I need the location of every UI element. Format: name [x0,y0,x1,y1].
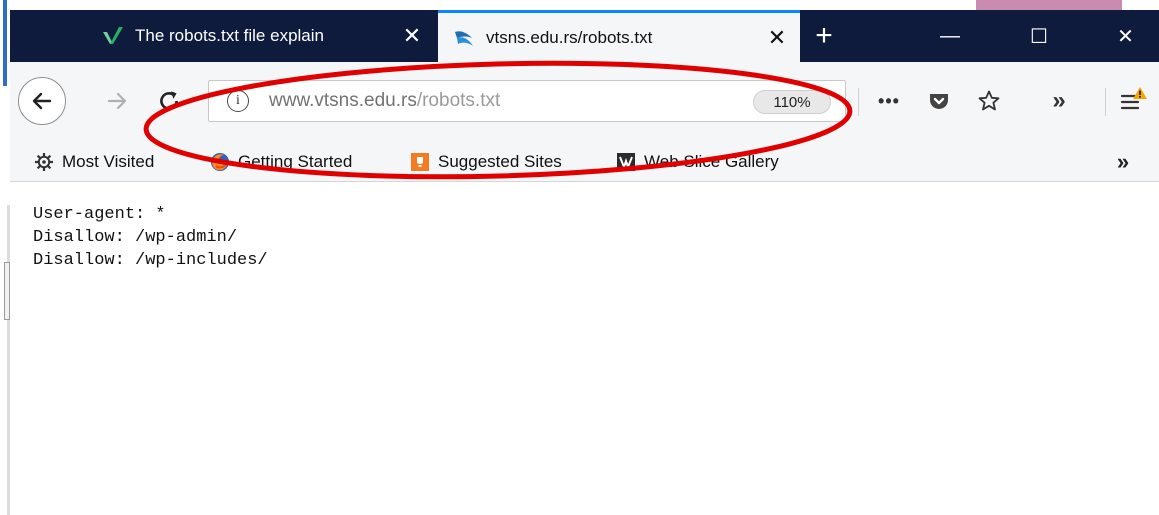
robots-line: Disallow: /wp-admin/ [33,228,238,247]
navigation-toolbar: i www.vtsns.edu.rs/robots.txt 110% ••• » [10,62,1159,142]
back-button[interactable] [18,77,66,125]
web-slice-icon [617,153,635,171]
robots-line: Disallow: /wp-includes/ [33,251,268,270]
browser-window: The robots.txt file explain ✕ vtsns.edu.… [10,0,1159,515]
new-tab-button[interactable]: + [800,10,848,62]
vee-logo-icon [103,27,123,44]
bookmark-most-visited[interactable]: Most Visited [34,148,154,176]
url-path: /robots.txt [416,90,501,111]
page-content: User-agent: * Disallow: /wp-admin/ Disal… [10,183,1159,515]
bookmarks-overflow-chevron-icon[interactable]: » [1108,148,1138,176]
url-host: www.vtsns.edu.rs [269,90,417,111]
site-favicon-icon [455,30,473,46]
hamburger-menu-icon [1120,87,1147,110]
background-window-sliver [976,0,1122,10]
robots-line: User-agent: * [33,205,166,224]
menu-button[interactable] [1116,84,1150,118]
reload-icon [160,91,178,110]
zoom-level-badge[interactable]: 110% [753,90,831,114]
reload-button[interactable] [152,84,186,118]
url-text[interactable]: www.vtsns.edu.rs/robots.txt [269,90,500,112]
minimize-button[interactable]: — [915,10,985,62]
tab-robots-explained[interactable]: The robots.txt file explain ✕ [87,10,435,62]
tab-robots-txt[interactable]: vtsns.edu.rs/robots.txt ✕ [438,10,800,62]
gear-icon [35,153,53,171]
forward-arrow-icon [107,92,127,110]
page-actions-button[interactable]: ••• [872,84,906,118]
bookmark-suggested-sites[interactable]: Suggested Sites [410,148,562,176]
back-arrow-icon [32,92,52,110]
robots-txt-text: User-agent: * Disallow: /wp-admin/ Disal… [33,203,268,272]
bookmark-getting-started[interactable]: Getting Started [210,148,352,176]
bookmark-web-slice-gallery[interactable]: Web Slice Gallery [616,148,779,176]
suggested-sites-icon [411,153,429,171]
overflow-chevron-icon[interactable]: » [1042,84,1076,118]
toolbar-separator [858,88,859,116]
tab-title: vtsns.edu.rs/robots.txt [486,27,653,47]
bookmarks-toolbar: Most Visited Getting Started Suggested S… [10,142,1159,182]
bookmark-label: Getting Started [238,152,353,171]
tab-close-icon[interactable]: ✕ [762,25,792,51]
star-icon [978,90,1000,111]
left-window-edge [0,0,10,515]
pocket-icon [930,94,948,109]
bookmark-label: Most Visited [62,152,155,171]
toolbar-separator [1105,88,1106,116]
firefox-icon [211,153,229,171]
pocket-button[interactable] [922,84,956,118]
bookmark-label: Suggested Sites [438,152,562,171]
forward-button[interactable] [102,84,132,118]
window-edge-accent [3,0,7,86]
maximize-button[interactable]: ☐ [1004,10,1074,62]
bookmark-star-button[interactable] [972,84,1006,118]
title-bar: The robots.txt file explain ✕ vtsns.edu.… [10,10,1159,62]
tab-title: The robots.txt file explain [135,26,324,45]
close-window-button[interactable]: ✕ [1092,10,1159,62]
bookmark-label: Web Slice Gallery [644,152,779,171]
window-top-line [10,0,1159,10]
tab-close-icon[interactable]: ✕ [397,23,427,49]
address-bar[interactable]: i www.vtsns.edu.rs/robots.txt 110% [208,80,846,122]
site-info-icon[interactable]: i [227,90,249,112]
